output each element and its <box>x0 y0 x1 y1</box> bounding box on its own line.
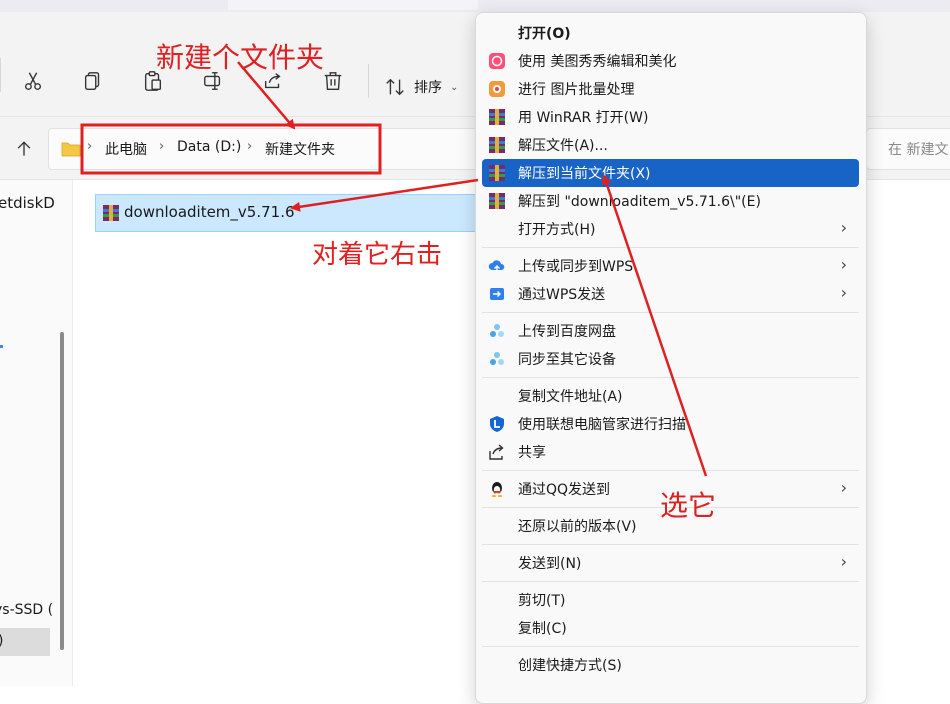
annotation-box <box>80 123 382 175</box>
annotation-arrow-menu <box>601 174 708 477</box>
annotation-arrow-file <box>290 178 479 212</box>
annotation-select-it: 选它 <box>660 489 717 522</box>
annotation-right-click: 对着它右击 <box>312 240 443 270</box>
annotation-overlay <box>80 61 708 477</box>
annotation-new-folder: 新建个文件夹 <box>156 41 325 74</box>
